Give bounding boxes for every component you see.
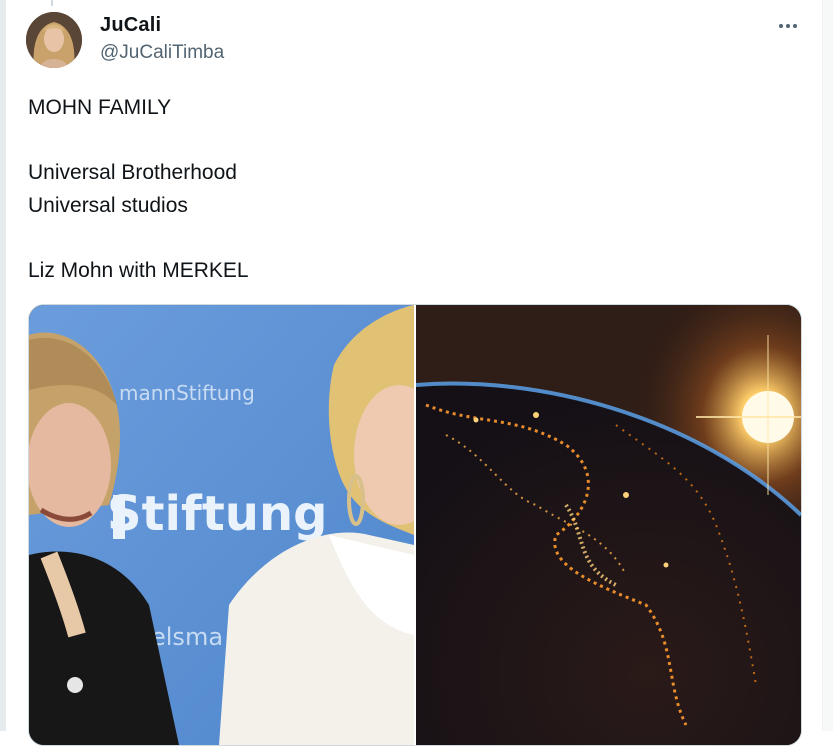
photo-left-image: mannStiftung Stiftung elsma bbox=[29, 305, 444, 745]
media-grid: mannStiftung Stiftung elsma bbox=[28, 304, 802, 746]
more-options-button[interactable] bbox=[770, 12, 806, 40]
backdrop-text-bottom: elsma bbox=[151, 623, 223, 651]
author-handle[interactable]: @JuCaliTimba bbox=[100, 42, 224, 64]
author-name[interactable]: JuCali bbox=[100, 14, 161, 37]
avatar[interactable] bbox=[26, 12, 82, 68]
more-horizontal-icon bbox=[778, 24, 799, 28]
tweet-text-line: Liz Mohn with MERKEL bbox=[28, 259, 249, 282]
thread-connector bbox=[51, 0, 53, 6]
thread-rail bbox=[0, 0, 6, 731]
photo-merkel-mohn[interactable]: mannStiftung Stiftung elsma bbox=[29, 305, 444, 745]
tweet-text-line: MOHN FAMILY bbox=[28, 96, 172, 119]
tweet-text-line: Universal Brotherhood bbox=[28, 161, 237, 184]
backdrop-text-top: mannStiftung bbox=[119, 381, 255, 405]
backdrop-text-main: Stiftung bbox=[107, 486, 328, 542]
avatar-photo bbox=[26, 12, 82, 68]
scrollbar-track[interactable] bbox=[822, 0, 833, 731]
photo-earth-night[interactable] bbox=[415, 305, 801, 745]
tweet-text-line: Universal studios bbox=[28, 194, 188, 217]
photo-right-image bbox=[415, 305, 801, 745]
